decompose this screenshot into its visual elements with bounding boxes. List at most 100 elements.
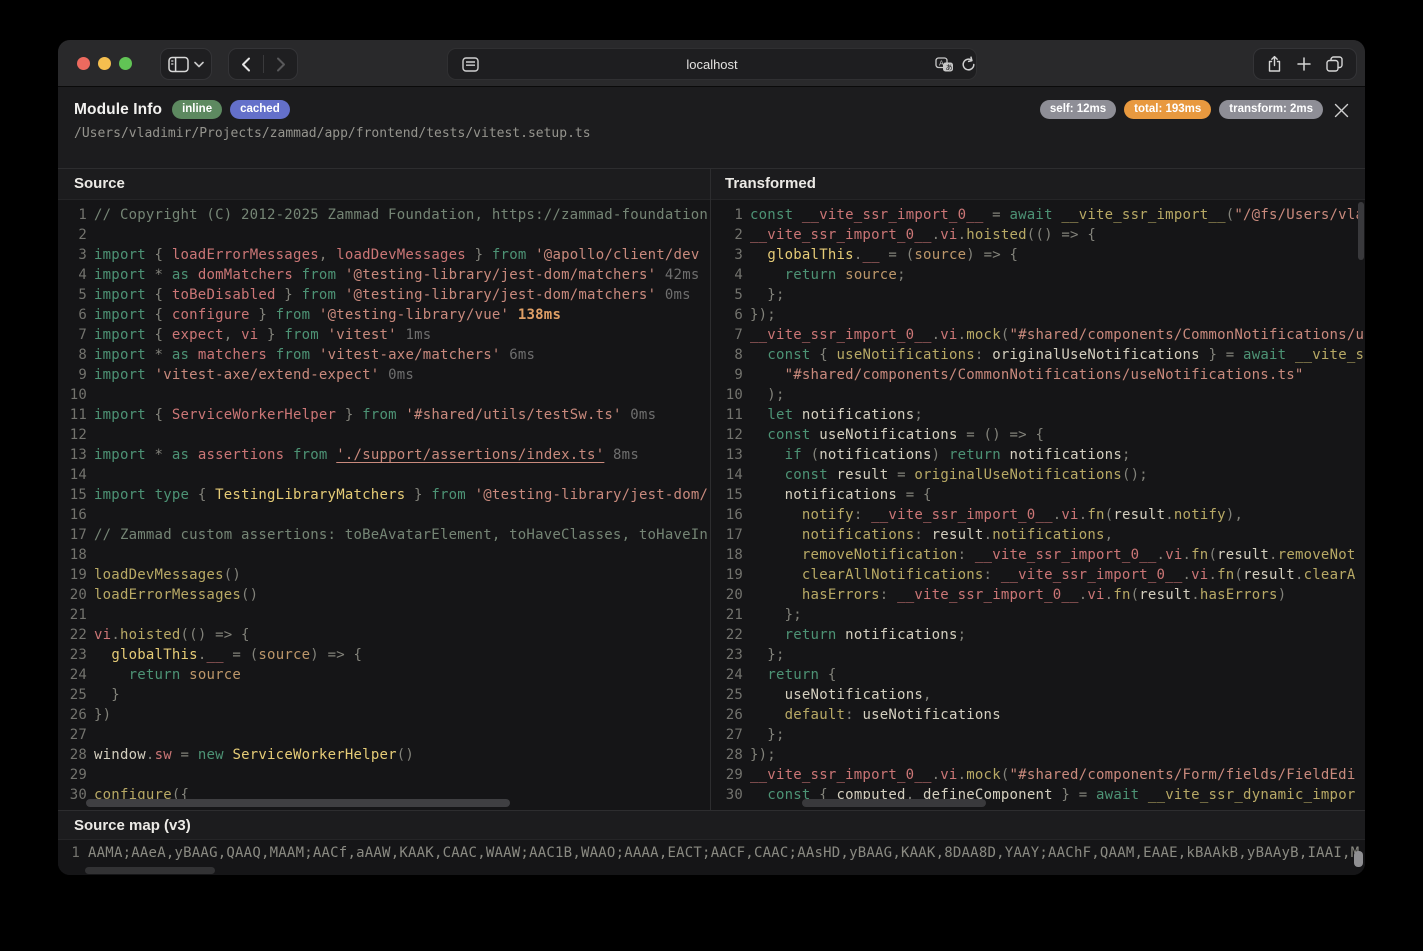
code-token: return	[948, 447, 1001, 463]
code-token: .	[957, 327, 967, 343]
code-token: .	[1269, 547, 1278, 563]
code-token: .	[931, 327, 941, 343]
sidebar-icon	[168, 56, 189, 73]
toolbar-actions	[1253, 48, 1357, 80]
code-token: ;	[957, 627, 967, 643]
code-token: ,	[223, 327, 242, 343]
code-token: new	[197, 747, 224, 763]
code-token: configure	[171, 307, 250, 323]
translate-icon[interactable]: A あ	[935, 57, 954, 78]
code-text: );	[743, 385, 785, 405]
code-panels: Source 1 // Copyright (C) 2012-2025 Zamma…	[58, 168, 1365, 810]
line-number: 29	[725, 767, 743, 783]
forward-button[interactable]	[270, 50, 292, 78]
url-text: localhost	[686, 56, 738, 72]
line-number: 23	[69, 647, 87, 663]
code-line: 18 removeNotification: __vite_ssr_import…	[711, 545, 1365, 565]
code-token: result	[1113, 507, 1166, 523]
code-text: import type { TestingLibraryMatchers } f…	[87, 485, 708, 505]
code-token: __vite_ssr_import_0__	[801, 207, 984, 223]
sidebar-button[interactable]	[160, 48, 212, 80]
code-token: __vite_ssr_import_0__	[750, 327, 932, 343]
code-token: };	[750, 647, 785, 663]
line-number: 5	[734, 287, 743, 303]
code-line: 28 window.sw = new ServiceWorkerHelper()	[58, 745, 710, 765]
line-number: 15	[69, 487, 87, 503]
code-token: }	[405, 487, 432, 503]
close-window-button[interactable]	[77, 57, 90, 70]
code-text: globalThis.__ = (source) => {	[743, 245, 1018, 265]
code-text: }	[87, 685, 120, 705]
code-token: {	[145, 247, 172, 263]
code-token: :	[853, 507, 872, 523]
sourcemap-mappings: AAMA;AAeA,yBAAG,QAAQ,MAAM;AACf,aAAW,KAAK…	[88, 845, 1360, 861]
code-token: "#shared/components/Form/fields/FieldEdi	[1009, 767, 1356, 783]
navigation-buttons	[228, 48, 298, 80]
transformed-horizontal-scrollbar[interactable]	[802, 799, 986, 807]
code-token: result	[931, 527, 984, 543]
line-number: 18	[725, 547, 743, 563]
code-token: notifications	[992, 527, 1105, 543]
code-token: :	[957, 547, 975, 563]
code-line: 9 "#shared/components/CommonNotification…	[711, 365, 1365, 385]
code-token: ),	[1225, 507, 1244, 523]
line-number: 16	[725, 507, 743, 523]
line-number: 3	[78, 247, 87, 263]
code-token: (	[1130, 587, 1140, 603]
zoom-window-button[interactable]	[119, 57, 132, 70]
tab-overview-button[interactable]	[1326, 56, 1343, 72]
code-token: .	[1294, 567, 1304, 583]
reload-icon[interactable]	[960, 56, 977, 78]
code-token: vi	[940, 327, 958, 343]
code-token: window	[94, 747, 146, 763]
code-token: '@apollo/client/dev	[535, 247, 700, 263]
code-token: ,	[318, 247, 337, 263]
code-token: let	[767, 407, 794, 423]
code-token: notifications	[1009, 447, 1122, 463]
sourcemap-horizontal-scrollbar[interactable]	[85, 867, 215, 874]
code-line: 25 }	[58, 685, 710, 705]
line-number: 8	[734, 347, 743, 363]
back-button[interactable]	[235, 50, 257, 78]
source-horizontal-scrollbar[interactable]	[86, 799, 510, 807]
code-token: ) => {	[966, 247, 1019, 263]
code-token: .	[931, 227, 941, 243]
line-number: 7	[78, 327, 87, 343]
module-badge: cached	[230, 100, 290, 119]
file-link[interactable]: './support/assertions/index.ts'	[336, 447, 604, 463]
code-token: __vite_ssr_import_0__	[897, 587, 1079, 603]
close-button[interactable]	[1331, 100, 1351, 120]
address-bar[interactable]: localhost A あ	[447, 48, 977, 80]
share-button[interactable]	[1267, 55, 1282, 73]
code-line: 28});	[711, 745, 1365, 765]
code-line: 27	[58, 725, 710, 745]
transformed-panel-title: Transformed	[711, 169, 1365, 200]
code-token: "#shared/components/CommonNotifications/…	[784, 367, 1304, 383]
code-token: notifications	[801, 407, 915, 423]
code-token: import	[94, 327, 146, 343]
code-token: 6ms	[500, 347, 536, 363]
window-vertical-scrollbar[interactable]	[1354, 851, 1363, 867]
new-tab-button[interactable]	[1297, 57, 1311, 71]
code-text: // Copyright (C) 2012-2025 Zammad Founda…	[87, 205, 708, 225]
line-number: 10	[69, 387, 87, 403]
code-text: import * as domMatchers from '@testing-l…	[87, 265, 700, 285]
code-line: 1 // Copyright (C) 2012-2025 Zammad Found…	[58, 205, 710, 225]
code-token: =	[171, 747, 198, 763]
code-token: source	[845, 267, 898, 283]
code-text: import { expect, vi } from 'vitest' 1ms	[87, 325, 431, 345]
transformed-vertical-scrollbar[interactable]	[1358, 202, 1364, 260]
code-token: await	[1096, 787, 1140, 803]
line-number: 23	[725, 647, 743, 663]
minimize-window-button[interactable]	[98, 57, 111, 70]
